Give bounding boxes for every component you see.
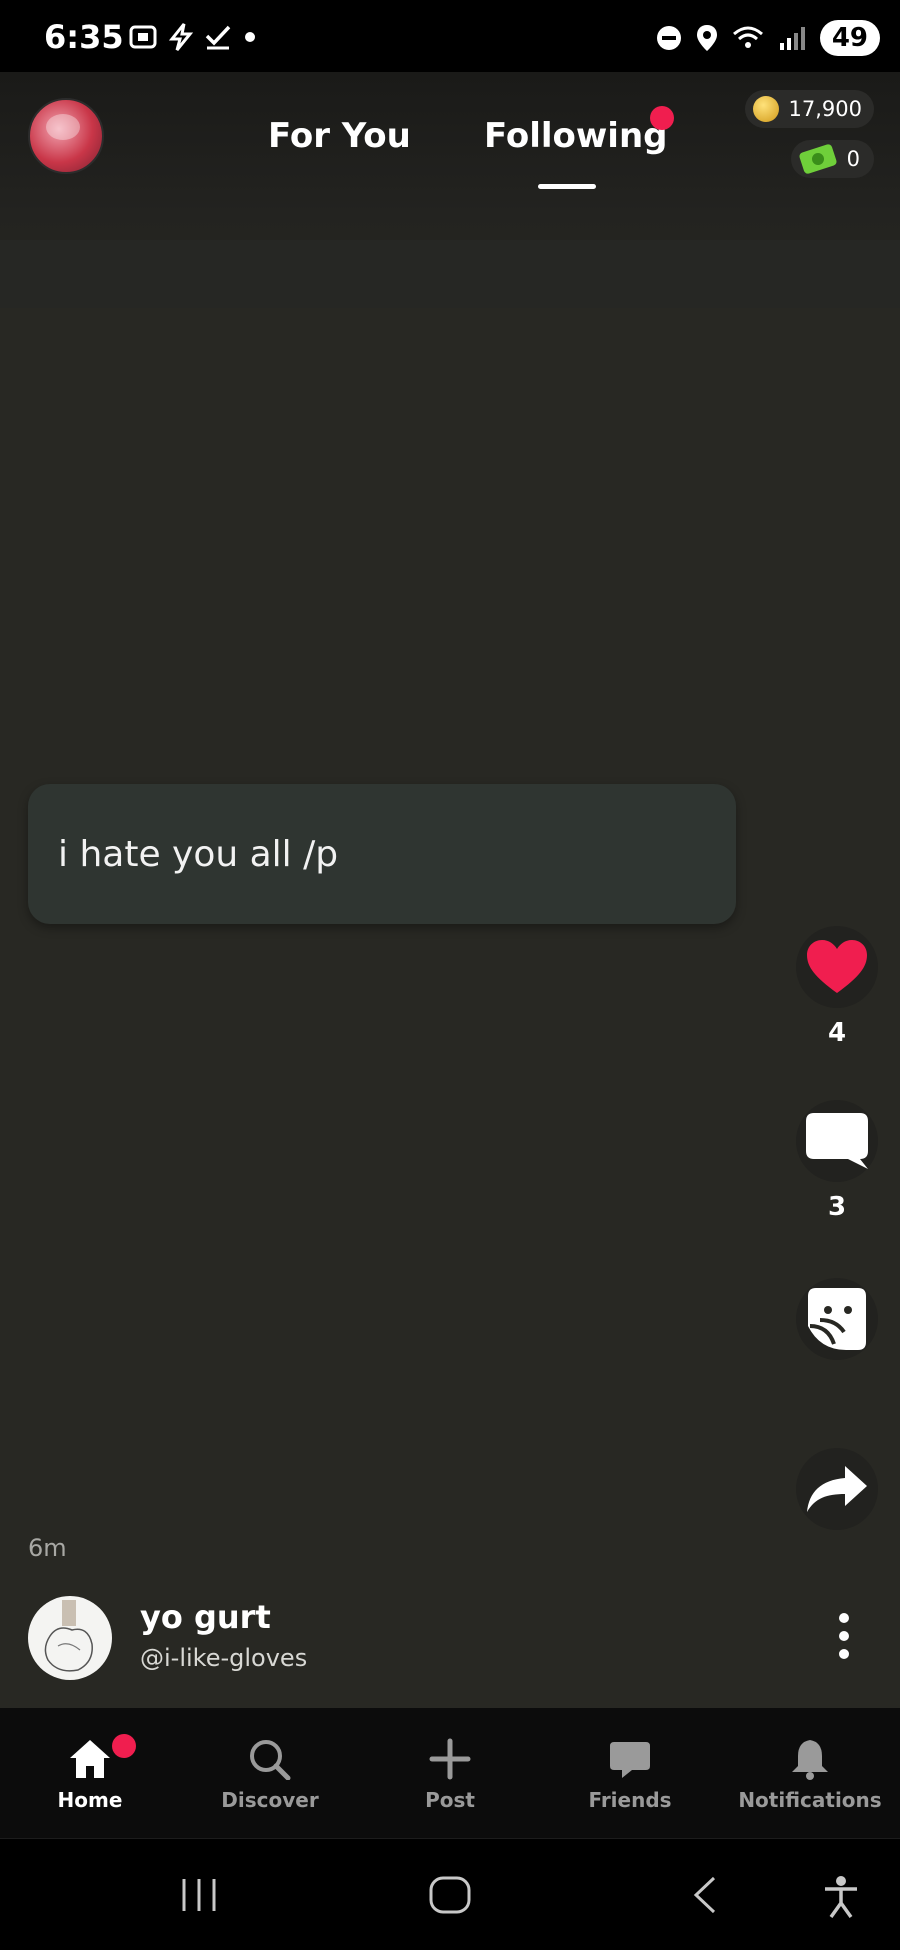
nav-discover-label: Discover xyxy=(221,1788,319,1812)
cash-count: 0 xyxy=(846,147,860,171)
nav-post[interactable]: Post xyxy=(360,1738,540,1812)
following-notification-dot xyxy=(650,106,674,130)
plus-icon xyxy=(429,1738,471,1780)
nav-home-label: Home xyxy=(57,1788,123,1812)
post-text-card[interactable]: i hate you all /p xyxy=(28,784,736,924)
comment-action: 3 xyxy=(796,1100,878,1222)
app-header: For You Following 17,900 0 xyxy=(0,72,900,308)
more-dot-icon xyxy=(839,1649,849,1659)
more-dot-icon xyxy=(839,1613,849,1623)
post-feed: i hate you all /p 4 3 6m yo gurt @i-like… xyxy=(0,308,900,1708)
dot-icon xyxy=(245,32,255,42)
heart-icon xyxy=(807,940,867,993)
home-icon xyxy=(70,1740,110,1778)
tab-for-you[interactable]: For You xyxy=(268,116,411,156)
nav-post-label: Post xyxy=(425,1788,475,1812)
profile-avatar[interactable] xyxy=(28,98,104,174)
accessibility-icon[interactable] xyxy=(822,1875,860,1919)
cash-balance[interactable]: 0 xyxy=(790,140,874,178)
author-avatar-image xyxy=(44,1600,93,1672)
home-system-icon[interactable] xyxy=(428,1875,472,1915)
tab-following[interactable]: Following xyxy=(484,116,667,156)
status-icons-right: 49 xyxy=(656,20,880,56)
coin-count: 17,900 xyxy=(788,97,862,121)
reaction-action xyxy=(796,1278,878,1360)
system-navigation-bar xyxy=(0,1838,900,1950)
share-arrow-icon xyxy=(807,1466,867,1512)
like-button[interactable] xyxy=(796,926,878,1008)
bottom-navigation: Home Discover Post Friends Notifications xyxy=(0,1708,900,1838)
author-name[interactable]: yo gurt xyxy=(140,1598,271,1636)
author-handle[interactable]: @i-like-gloves xyxy=(140,1644,307,1672)
nav-friends-label: Friends xyxy=(588,1788,672,1812)
status-bar: 6:35 49 xyxy=(0,0,900,72)
status-time: 6:35 xyxy=(44,18,124,56)
comment-count: 3 xyxy=(827,1192,847,1222)
do-not-disturb-icon xyxy=(656,26,681,50)
back-icon[interactable] xyxy=(690,1875,720,1915)
search-icon xyxy=(250,1740,291,1780)
coin-icon xyxy=(752,96,779,122)
like-action: 4 xyxy=(796,926,878,1048)
sticker-icon xyxy=(808,1288,866,1350)
more-options-button[interactable] xyxy=(814,1596,874,1676)
cash-icon xyxy=(798,143,838,175)
nav-notifications-label: Notifications xyxy=(738,1788,882,1812)
reaction-button[interactable] xyxy=(796,1278,878,1360)
post-text: i hate you all /p xyxy=(58,833,339,875)
bell-icon xyxy=(792,1740,828,1780)
share-button[interactable] xyxy=(796,1448,878,1530)
like-count: 4 xyxy=(827,1018,847,1048)
post-timestamp: 6m xyxy=(28,1534,67,1562)
status-icons-left xyxy=(128,22,260,52)
nav-home[interactable]: Home xyxy=(0,1738,180,1812)
home-notification-dot xyxy=(112,1734,136,1758)
signal-icon xyxy=(779,27,805,50)
comment-icon xyxy=(806,1113,868,1169)
nav-discover[interactable]: Discover xyxy=(180,1738,360,1812)
bolt-icon xyxy=(168,23,194,51)
nav-notifications[interactable]: Notifications xyxy=(720,1738,900,1812)
author-avatar[interactable] xyxy=(28,1596,112,1680)
more-dot-icon xyxy=(839,1631,849,1641)
chat-bubble-icon xyxy=(610,1742,650,1778)
coin-balance[interactable]: 17,900 xyxy=(744,90,874,128)
screenshot-icon xyxy=(129,25,157,49)
wifi-icon xyxy=(732,26,763,48)
share-action xyxy=(796,1448,878,1530)
battery-indicator: 49 xyxy=(819,20,880,56)
nav-friends[interactable]: Friends xyxy=(540,1738,720,1812)
location-icon xyxy=(696,25,717,51)
recent-apps-icon[interactable] xyxy=(180,1875,218,1915)
comment-button[interactable] xyxy=(796,1100,878,1182)
check-icon xyxy=(205,25,231,50)
active-tab-indicator xyxy=(538,184,596,189)
header-band xyxy=(0,240,900,308)
